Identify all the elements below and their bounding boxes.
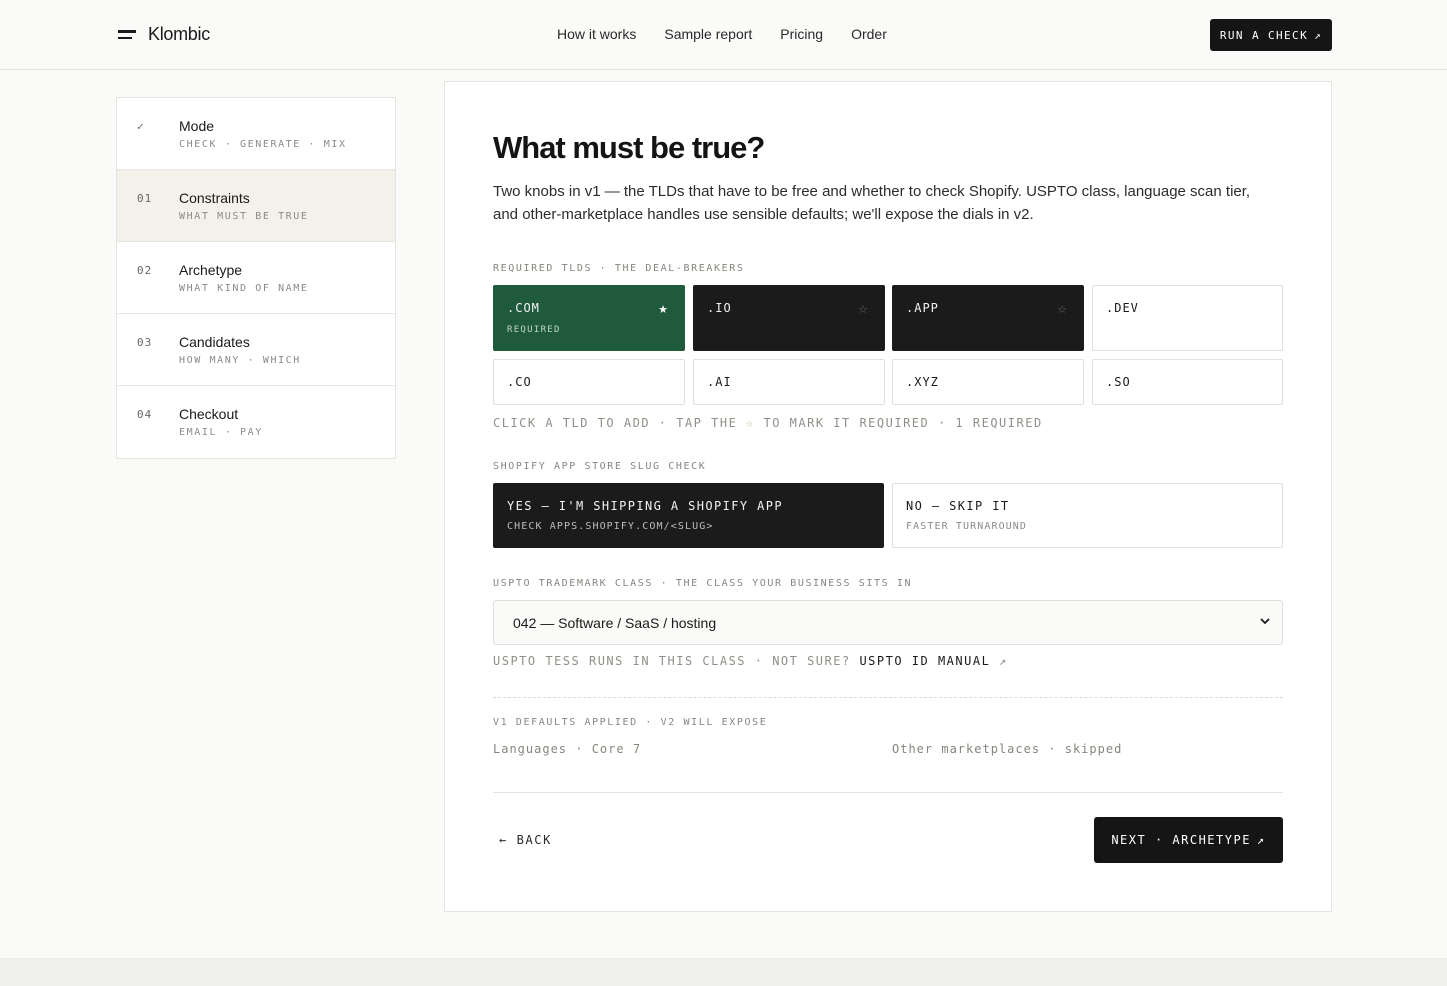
step-title: Candidates	[179, 334, 250, 350]
page-title: What must be true?	[493, 130, 765, 165]
default-marketplaces: Other marketplaces · skipped	[892, 742, 1123, 756]
star-outline-icon[interactable]: ☆	[1057, 303, 1067, 316]
shopify-no-option[interactable]: NO — SKIP IT FASTER TURNAROUND	[892, 483, 1283, 548]
page-lead: Two knobs in v1 — the TLDs that have to …	[493, 183, 1251, 223]
star-filled-icon[interactable]: ★	[658, 303, 668, 316]
divider	[493, 697, 1283, 698]
next-label: NEXT · ARCHETYPE	[1111, 833, 1251, 847]
tld-option-dev[interactable]: .DEV	[1092, 285, 1283, 351]
tld-name: .CO	[507, 375, 532, 389]
wizard-steps: ✓ Mode CHECK · GENERATE · MIX 01 Constra…	[116, 97, 396, 459]
checkmark-icon: ✓	[137, 120, 145, 133]
tld-name: .IO	[707, 301, 732, 315]
menu-lines-icon	[118, 29, 136, 41]
constraints-panel: What must be true? Two knobs in v1 — the…	[444, 81, 1332, 912]
tld-option-ai[interactable]: .AI	[693, 359, 885, 405]
step-mode[interactable]: ✓ Mode CHECK · GENERATE · MIX	[117, 98, 395, 170]
step-checkout[interactable]: 04 Checkout EMAIL · PAY	[117, 386, 395, 458]
step-number: 03	[137, 336, 153, 349]
tld-name: .DEV	[1106, 301, 1139, 315]
shopify-section-label: SHOPIFY APP STORE SLUG CHECK	[493, 461, 707, 472]
uspto-section-label: USPTO TRADEMARK CLASS · THE CLASS YOUR B…	[493, 578, 913, 589]
tld-hint: CLICK A TLD TO ADD · TAP THE ☆ TO MARK I…	[493, 416, 1043, 430]
nav-link-how-it-works[interactable]: How it works	[557, 26, 636, 42]
arrow-up-right-icon: ↗	[999, 654, 1008, 668]
step-subtitle: EMAIL · PAY	[179, 427, 263, 438]
chevron-down-icon	[1260, 618, 1270, 625]
step-number: 02	[137, 264, 153, 277]
tld-section-label: REQUIRED TLDS · THE DEAL-BREAKERS	[493, 263, 745, 274]
tld-option-io[interactable]: .IO ☆	[693, 285, 885, 351]
nav-link-sample-report[interactable]: Sample report	[664, 26, 752, 42]
uspto-id-manual-link[interactable]: USPTO ID MANUAL	[859, 654, 990, 668]
tld-name: .SO	[1106, 375, 1131, 389]
tld-option-app[interactable]: .APP ☆	[892, 285, 1084, 351]
option-subtitle: CHECK APPS.SHOPIFY.COM/<SLUG>	[507, 521, 714, 532]
step-number: 01	[137, 192, 153, 205]
tld-option-co[interactable]: .CO	[493, 359, 685, 405]
run-a-check-button[interactable]: RUN A CHECK ↗	[1210, 19, 1332, 51]
arrow-up-right-icon: ↗	[1256, 833, 1266, 847]
step-subtitle: CHECK · GENERATE · MIX	[179, 139, 347, 150]
brand-logo[interactable]: Klombic	[118, 24, 210, 45]
tld-required-note: REQUIRED	[507, 325, 561, 335]
page-bottom-edge	[0, 958, 1447, 986]
tld-option-com[interactable]: .COM ★ REQUIRED	[493, 285, 685, 351]
brand-name: Klombic	[148, 24, 210, 44]
uspto-hint-text: USPTO TESS RUNS IN THIS CLASS · NOT SURE…	[493, 654, 860, 668]
star-outline-icon: ☆	[746, 416, 755, 430]
tld-name: .AI	[707, 375, 732, 389]
uspto-class-select[interactable]: 042 — Software / SaaS / hosting	[493, 600, 1283, 645]
step-title: Constraints	[179, 190, 250, 206]
run-a-check-label: RUN A CHECK	[1219, 28, 1309, 42]
nav-link-pricing[interactable]: Pricing	[780, 26, 823, 42]
uspto-class-value: 042 — Software / SaaS / hosting	[513, 615, 717, 631]
step-title: Mode	[179, 118, 215, 134]
top-navbar: Klombic How it works Sample report Prici…	[0, 0, 1447, 70]
tld-hint-text: CLICK A TLD TO ADD · TAP THE	[493, 416, 747, 430]
step-archetype[interactable]: 02 Archetype WHAT KIND OF NAME	[117, 242, 395, 314]
star-outline-icon[interactable]: ☆	[858, 303, 868, 316]
main-nav: How it works Sample report Pricing Order	[557, 26, 887, 42]
defaults-section-label: V1 DEFAULTS APPLIED · V2 WILL EXPOSE	[493, 717, 768, 728]
step-candidates[interactable]: 03 Candidates HOW MANY · WHICH	[117, 314, 395, 386]
default-languages: Languages · Core 7	[493, 742, 642, 756]
uspto-hint: USPTO TESS RUNS IN THIS CLASS · NOT SURE…	[493, 654, 1008, 668]
step-subtitle: HOW MANY · WHICH	[179, 355, 301, 366]
step-title: Checkout	[179, 406, 239, 422]
nav-link-order[interactable]: Order	[851, 26, 887, 42]
next-archetype-button[interactable]: NEXT · ARCHETYPE ↗	[1094, 817, 1283, 863]
tld-name: .COM	[507, 301, 540, 315]
arrow-up-right-icon: ↗	[1314, 28, 1323, 42]
step-number: 04	[137, 408, 153, 421]
tld-option-xyz[interactable]: .XYZ	[892, 359, 1084, 405]
tld-option-so[interactable]: .SO	[1092, 359, 1283, 405]
back-button[interactable]: ← BACK	[499, 833, 552, 847]
step-constraints[interactable]: 01 Constraints WHAT MUST BE TRUE	[117, 170, 395, 242]
tld-name: .XYZ	[906, 375, 939, 389]
step-subtitle: WHAT KIND OF NAME	[179, 283, 309, 294]
step-subtitle: WHAT MUST BE TRUE	[179, 211, 309, 222]
option-title: NO — SKIP IT	[906, 499, 1010, 513]
shopify-yes-option[interactable]: YES — I'M SHIPPING A SHOPIFY APP CHECK A…	[493, 483, 884, 548]
step-title: Archetype	[179, 262, 243, 278]
option-subtitle: FASTER TURNAROUND	[906, 521, 1028, 532]
option-title: YES — I'M SHIPPING A SHOPIFY APP	[507, 499, 783, 513]
tld-name: .APP	[906, 301, 939, 315]
divider	[493, 792, 1283, 793]
tld-hint-text: TO MARK IT REQUIRED · 1 REQUIRED	[754, 416, 1043, 430]
